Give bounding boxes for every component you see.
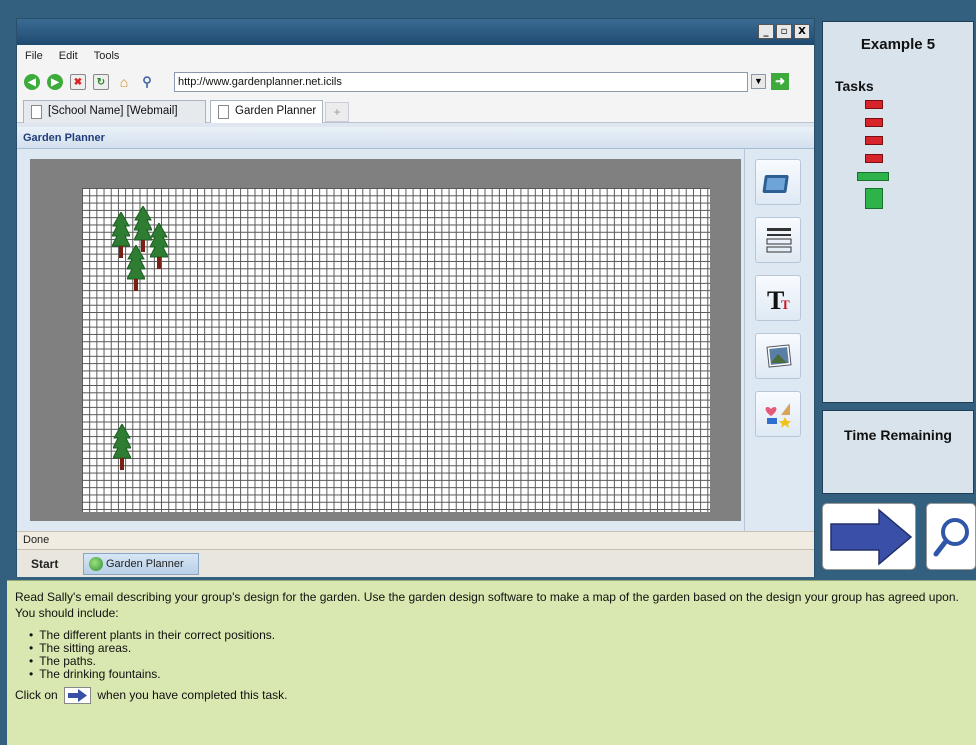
start-button[interactable]: Start bbox=[31, 557, 58, 571]
search-icon[interactable]: ⚲ bbox=[139, 74, 155, 90]
document-icon bbox=[31, 105, 42, 119]
tab-garden-planner[interactable]: Garden Planner bbox=[210, 100, 323, 123]
inline-arrow-icon bbox=[64, 687, 92, 705]
tab-bar: [School Name] [Webmail] Garden Planner + bbox=[17, 97, 814, 123]
stop-icon[interactable]: ✖ bbox=[70, 74, 86, 90]
click-prefix: Click on bbox=[15, 688, 58, 702]
task-marker bbox=[865, 154, 883, 163]
list-item: The sitting areas. bbox=[29, 642, 968, 655]
tasks-panel: Example 5 Tasks bbox=[822, 21, 974, 403]
background-icon bbox=[762, 175, 789, 193]
instructions-list: The different plants in their correct po… bbox=[29, 629, 968, 681]
instructions-panel: Read Sally's email describing your group… bbox=[7, 580, 976, 745]
restore-button[interactable]: ▫ bbox=[776, 24, 792, 39]
current-task-marker bbox=[857, 172, 889, 181]
minimize-button[interactable]: _ bbox=[758, 24, 774, 39]
refresh-icon[interactable]: ↻ bbox=[93, 74, 109, 90]
list-tool-button[interactable] bbox=[755, 217, 801, 263]
menu-edit[interactable]: Edit bbox=[59, 50, 78, 62]
image-icon bbox=[766, 344, 792, 368]
list-item: The different plants in their correct po… bbox=[29, 629, 968, 642]
taskbar-garden-planner[interactable]: Garden Planner bbox=[83, 553, 199, 575]
list-item: The drinking fountains. bbox=[29, 668, 968, 681]
shapes-icon bbox=[765, 403, 791, 428]
tree-icon[interactable] bbox=[127, 245, 145, 293]
completion-instruction: Click on when you have completed this ta… bbox=[15, 687, 968, 705]
document-icon bbox=[218, 105, 229, 119]
next-button[interactable] bbox=[822, 503, 916, 570]
app-title: Garden Planner bbox=[17, 127, 814, 149]
globe-icon bbox=[89, 557, 103, 571]
task-marker bbox=[865, 136, 883, 145]
back-arrow-icon[interactable]: ◀ bbox=[24, 74, 40, 90]
new-tab-button[interactable]: + bbox=[325, 102, 349, 122]
menu-tools[interactable]: Tools bbox=[94, 50, 120, 62]
zoom-button[interactable] bbox=[926, 503, 976, 570]
menu-file[interactable]: File bbox=[25, 50, 43, 62]
menu-bar: File Edit Tools bbox=[17, 45, 814, 67]
home-icon[interactable]: ⌂ bbox=[116, 74, 132, 90]
tree-icon[interactable] bbox=[113, 424, 131, 472]
tool-sidebar: T T bbox=[744, 149, 814, 531]
example-title: Example 5 bbox=[860, 36, 936, 53]
background-tool-button[interactable] bbox=[755, 159, 801, 205]
garden-grid-canvas[interactable] bbox=[82, 188, 710, 512]
tasks-label: Tasks bbox=[835, 78, 874, 94]
task-marker-green bbox=[865, 188, 883, 209]
magnifier-icon bbox=[933, 518, 969, 557]
task-marker bbox=[865, 100, 883, 109]
time-remaining-label: Time Remaining bbox=[844, 427, 952, 443]
taskbar-item-label: Garden Planner bbox=[106, 558, 184, 570]
list-icon bbox=[766, 228, 792, 253]
right-arrow-icon bbox=[830, 508, 913, 566]
url-dropdown-icon[interactable]: ▼ bbox=[751, 74, 766, 89]
canvas-frame bbox=[30, 159, 741, 521]
close-button[interactable]: X bbox=[794, 24, 810, 39]
browser-titlebar: _ ▫ X bbox=[17, 19, 814, 45]
tree-icon[interactable] bbox=[150, 223, 168, 271]
screen: _ ▫ X File Edit Tools ◀ ▶ ✖ ↻ ⌂ ⚲ http:/… bbox=[0, 0, 976, 745]
url-input[interactable]: http://www.gardenplanner.net.icils bbox=[174, 72, 748, 92]
status-bar: Done bbox=[17, 531, 814, 549]
tab-garden-planner-label: Garden Planner bbox=[235, 105, 317, 117]
forward-arrow-icon[interactable]: ▶ bbox=[47, 74, 63, 90]
task-marker bbox=[865, 118, 883, 127]
tab-webmail[interactable]: [School Name] [Webmail] bbox=[23, 100, 206, 123]
taskbar: Start Garden Planner bbox=[17, 549, 814, 577]
text-icon: T T bbox=[767, 286, 790, 315]
tab-webmail-label: [School Name] [Webmail] bbox=[48, 105, 178, 117]
shapes-tool-button[interactable] bbox=[755, 391, 801, 437]
svg-text:T: T bbox=[781, 297, 790, 312]
click-suffix: when you have completed this task. bbox=[97, 688, 288, 702]
instructions-text: Read Sally's email describing your group… bbox=[15, 590, 959, 620]
go-arrow-icon[interactable]: ➜ bbox=[771, 73, 789, 90]
browser-window: _ ▫ X File Edit Tools ◀ ▶ ✖ ↻ ⌂ ⚲ http:/… bbox=[16, 18, 815, 577]
app-body: T T bbox=[17, 149, 814, 531]
image-tool-button[interactable] bbox=[755, 333, 801, 379]
navigation-bar: ◀ ▶ ✖ ↻ ⌂ ⚲ http://www.gardenplanner.net… bbox=[17, 67, 814, 97]
text-tool-button[interactable]: T T bbox=[755, 275, 801, 321]
list-item: The paths. bbox=[29, 655, 968, 668]
time-panel: Time Remaining bbox=[822, 410, 974, 494]
